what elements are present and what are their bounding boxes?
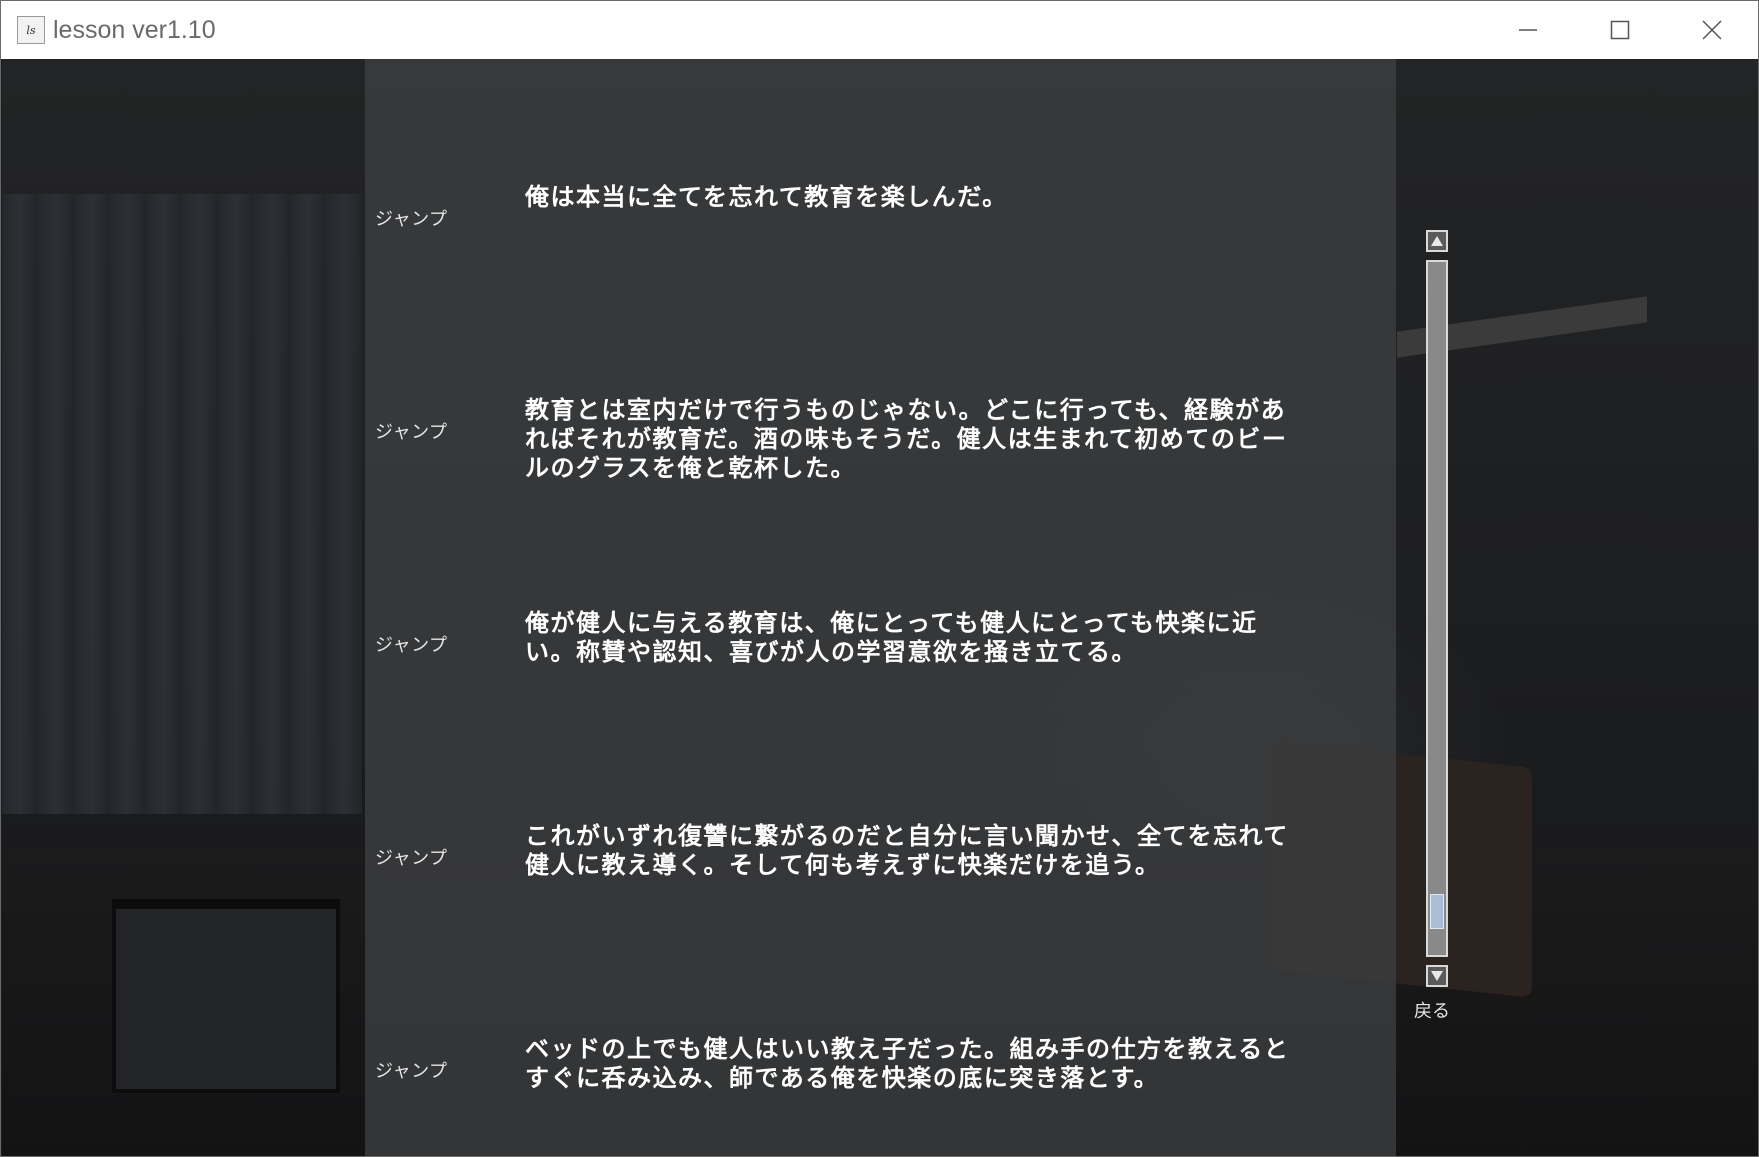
app-icon: ls [17,16,45,44]
jump-button[interactable]: ジャンプ [375,844,448,870]
jump-button[interactable]: ジャンプ [375,418,448,444]
backlog-text: ベッドの上でも健人はいい教え子だった。組み手の仕方を教えるとすぐに呑み込み、師で… [525,1035,1290,1092]
jump-button[interactable]: ジャンプ [375,205,448,231]
maximize-button[interactable] [1574,1,1666,59]
maximize-icon [1610,20,1630,40]
backlog-text: これがいずれ復讐に繋がるのだと自分に言い聞かせ、全てを忘れて健人に教え導く。そし… [525,822,1289,879]
window-title: lesson ver1.10 [53,15,216,44]
game-screen: ジャンプ 俺は本当に全てを忘れて教育を楽しんだ。 ジャンプ 教育とは室内だけで行… [2,59,1758,1156]
backlog-text: 俺は本当に全てを忘れて教育を楽しんだ。 [525,183,1008,211]
minimize-button[interactable] [1482,1,1574,59]
title-bar[interactable]: ls lesson ver1.10 [1,1,1758,59]
scroll-up-button[interactable] [1426,230,1448,252]
triangle-down-icon [1431,971,1443,981]
game-window: ls lesson ver1.10 ジャンプ 俺は本当に全てを忘れて教育を楽しん… [0,0,1759,1157]
background-bed [112,899,340,1093]
jump-button[interactable]: ジャンプ [375,631,448,657]
backlog-scrollbar[interactable] [1426,230,1448,987]
backlog-text: 教育とは室内だけで行うものじゃない。どこに行っても、経験があればそれが教育だ。酒… [525,396,1288,482]
window-controls [1482,1,1758,59]
triangle-up-icon [1431,236,1443,246]
scroll-down-button[interactable] [1426,965,1448,987]
backlog-text: 俺が健人に与える教育は、俺にとっても健人にとっても快楽に近い。称賛や認知、喜びが… [525,609,1258,666]
scroll-track[interactable] [1426,260,1448,957]
back-button[interactable]: 戻る [1414,997,1450,1023]
scroll-thumb[interactable] [1430,894,1444,929]
backlog-panel: ジャンプ 俺は本当に全てを忘れて教育を楽しんだ。 ジャンプ 教育とは室内だけで行… [365,59,1396,1156]
jump-button[interactable]: ジャンプ [375,1057,448,1083]
close-icon [1702,20,1722,40]
close-button[interactable] [1666,1,1758,59]
minimize-icon [1519,29,1537,31]
background-curtain [2,194,362,814]
